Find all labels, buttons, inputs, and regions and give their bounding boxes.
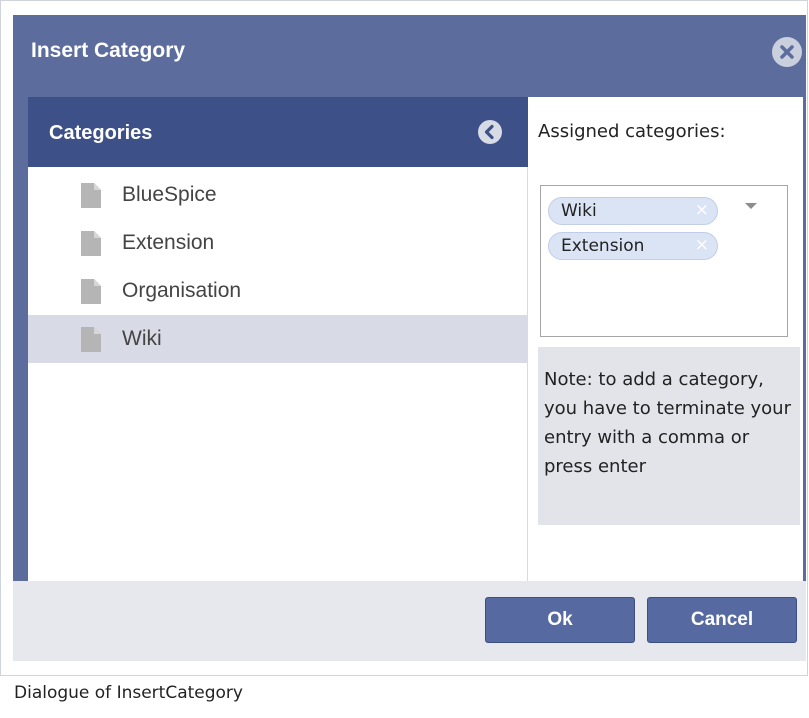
tree-item-label: Extension <box>122 231 215 254</box>
categories-panel: Categories BlueSpice Extension Organisat… <box>28 97 528 581</box>
document-icon <box>81 231 101 256</box>
image-caption: Dialogue of InsertCategory <box>14 683 243 703</box>
tree-item-label: Organisation <box>122 279 242 302</box>
assigned-panel: Assigned categories: Wiki × Extension × … <box>538 97 803 581</box>
category-tree: BlueSpice Extension Organisation Wiki <box>28 171 528 363</box>
tree-item-label: BlueSpice <box>122 183 217 206</box>
ok-button[interactable]: Ok <box>485 597 635 643</box>
tree-item-wiki[interactable]: Wiki <box>28 315 528 363</box>
assigned-categories-label: Assigned categories: <box>538 121 726 142</box>
document-icon <box>81 327 101 352</box>
categories-panel-title: Categories <box>49 122 153 144</box>
document-icon <box>81 279 101 304</box>
dialog-body: Categories BlueSpice Extension Organisat… <box>28 97 803 581</box>
tree-item-extension[interactable]: Extension <box>28 219 528 267</box>
cancel-button[interactable]: Cancel <box>647 597 797 643</box>
tree-item-bluespice[interactable]: BlueSpice <box>28 171 528 219</box>
dialog-title: Insert Category <box>31 39 186 62</box>
document-icon <box>81 183 101 208</box>
tree-item-organisation[interactable]: Organisation <box>28 267 528 315</box>
tree-item-label: Wiki <box>122 327 162 350</box>
remove-tag-icon[interactable]: × <box>695 235 709 255</box>
note-text: Note: to add a category, you have to ter… <box>538 347 800 525</box>
categories-panel-header: Categories <box>28 97 528 167</box>
dropdown-arrow-icon[interactable] <box>743 201 759 211</box>
chevron-left-icon[interactable] <box>478 120 502 144</box>
assigned-categories-input[interactable]: Wiki × Extension × <box>540 185 788 337</box>
tag-label: Extension <box>561 236 645 256</box>
close-icon[interactable] <box>772 37 802 67</box>
tag-label: Wiki <box>561 201 597 221</box>
dialog-footer: Ok Cancel <box>13 581 806 661</box>
remove-tag-icon[interactable]: × <box>695 200 709 220</box>
tag-wiki: Wiki × <box>548 197 718 225</box>
tag-extension: Extension × <box>548 232 718 260</box>
insert-category-dialog: Insert Category Categories BlueSpice Ext… <box>13 15 806 661</box>
